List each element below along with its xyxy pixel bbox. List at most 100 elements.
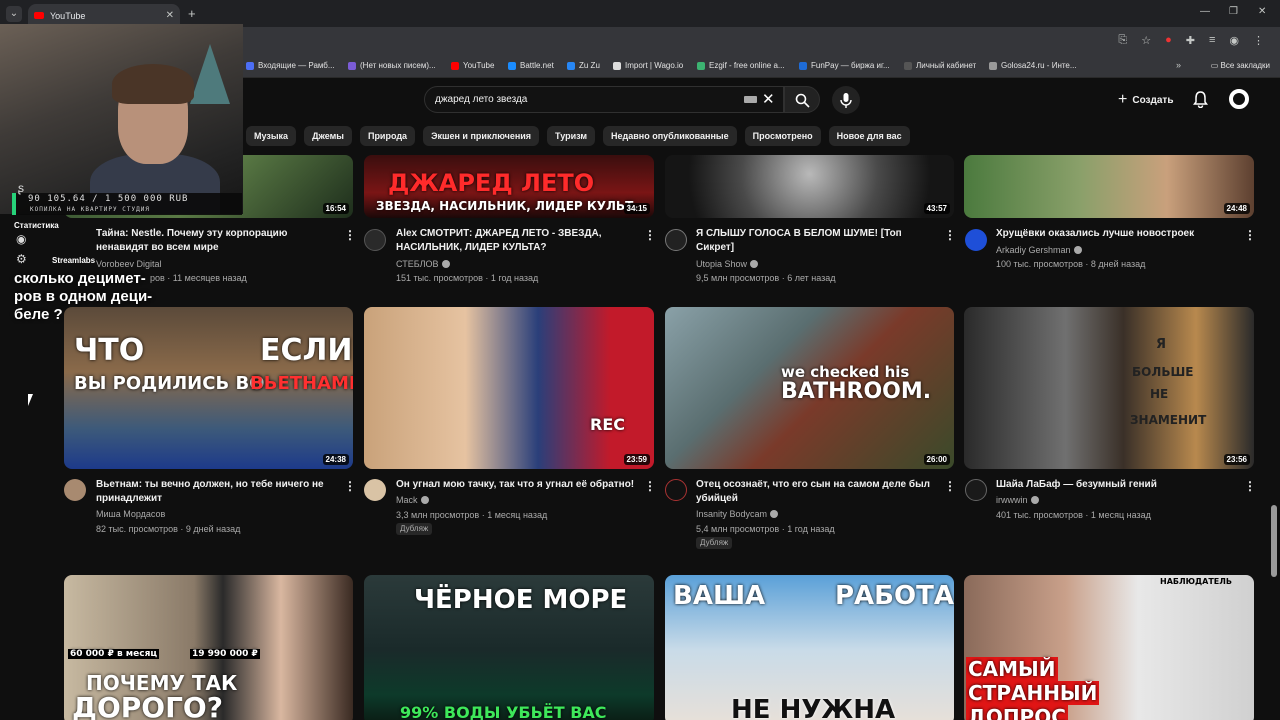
more-options-icon[interactable]: ⋮: [344, 228, 356, 242]
chip-watched[interactable]: Просмотрено: [744, 126, 821, 146]
bookmark-favicon-icon: [989, 61, 997, 70]
video-thumbnail[interactable]: 60 000 ₽ в месяц 19 990 000 ₽ ПОЧЕМУ ТАК…: [64, 575, 353, 720]
browser-menu-icon[interactable]: ⋮: [1253, 34, 1264, 47]
clear-search-icon[interactable]: ✕: [762, 90, 775, 108]
notifications-bell-icon[interactable]: [1192, 90, 1209, 108]
extensions-puzzle-icon[interactable]: ✚: [1186, 34, 1195, 47]
more-options-icon[interactable]: ⋮: [344, 479, 356, 493]
thumb-overlay-text: ВЬЕТНАМЕ: [250, 373, 353, 394]
video-thumbnail[interactable]: 24:48: [964, 155, 1254, 218]
search-input[interactable]: джаред лето звезда: [424, 86, 784, 113]
video-stats: 9,5 млн просмотров · 6 лет назад: [696, 273, 836, 283]
chip-jams[interactable]: Джемы: [304, 126, 352, 146]
more-options-icon[interactable]: ⋮: [944, 479, 956, 493]
keyboard-icon[interactable]: [744, 96, 757, 103]
video-title[interactable]: Я СЛЫШУ ГОЛОСА В БЕЛОМ ШУМЕ! [Топ Сикрет…: [696, 227, 936, 255]
channel-name[interactable]: СТЕБЛОВ: [396, 257, 450, 271]
channel-name[interactable]: Insanity Bodycam: [696, 507, 779, 521]
video-title[interactable]: Шайа ЛаБаф — безумный гений: [996, 478, 1236, 492]
donation-goal-caption: КОПИЛКА НА КВАРТИРУ СТУДИЯ: [30, 206, 150, 213]
channel-avatar[interactable]: [64, 479, 86, 501]
video-title[interactable]: Отец осознаёт, что его сын на самом деле…: [696, 478, 940, 506]
thumb-overlay-text: ЗВЕЗДА, НАСИЛЬНИК, ЛИДЕР КУЛЬТ...: [376, 199, 647, 213]
account-avatar[interactable]: [1229, 89, 1249, 109]
bookmark-item[interactable]: Golosa24.ru - Инте...: [989, 61, 1077, 70]
voice-search-button[interactable]: [832, 86, 860, 114]
more-options-icon[interactable]: ⋮: [1244, 479, 1256, 493]
restore-icon[interactable]: ❐: [1229, 6, 1238, 17]
bookmark-item[interactable]: Личный кабинет: [904, 61, 976, 70]
video-thumbnail[interactable]: 43:57: [665, 155, 954, 218]
channel-name-label: Arkadiy Gershman: [996, 245, 1071, 255]
video-thumbnail[interactable]: НАБЛЮДАТЕЛЬ САМЫЙ СТРАННЫЙ ДОПРОС: [964, 575, 1254, 720]
tab-close-icon[interactable]: ✕: [166, 10, 174, 21]
video-thumbnail[interactable]: REC 23:59: [364, 307, 654, 469]
bookmark-item[interactable]: (Нет новых писем)...: [348, 61, 436, 70]
bookmark-item[interactable]: Battle.net: [508, 61, 554, 70]
video-title[interactable]: Тайна: Nestle. Почему эту корпорацию нен…: [96, 227, 342, 255]
video-thumbnail[interactable]: Я БОЛЬШЕ НЕ ЗНАМЕНИТ 23:56: [964, 307, 1254, 469]
tab-search-icon[interactable]: ≡: [1209, 34, 1215, 47]
bookmark-star-icon[interactable]: ☆: [1141, 34, 1151, 47]
video-thumbnail[interactable]: ДЖАРЕД ЛЕТО ЗВЕЗДА, НАСИЛЬНИК, ЛИДЕР КУЛ…: [364, 155, 654, 218]
channel-name[interactable]: irwwwin: [996, 493, 1039, 507]
channel-name[interactable]: Utopia Show: [696, 257, 759, 271]
bookmark-favicon-icon: [697, 61, 705, 70]
thumb-overlay-text: НАБЛЮДАТЕЛЬ: [1160, 577, 1232, 586]
chip-nature[interactable]: Природа: [359, 126, 416, 146]
more-options-icon[interactable]: ⋮: [644, 228, 656, 242]
channel-avatar[interactable]: [965, 479, 987, 501]
more-bookmarks-icon[interactable]: »: [1176, 60, 1181, 70]
bookmark-item[interactable]: YouTube: [451, 61, 494, 70]
video-title[interactable]: Вьетнам: ты вечно должен, но тебе ничего…: [96, 478, 336, 506]
profile-icon[interactable]: ◉: [1229, 34, 1239, 47]
install-app-icon[interactable]: ⎘: [1118, 34, 1127, 47]
bookmark-item[interactable]: Входящие — Рамб...: [246, 61, 335, 70]
channel-name[interactable]: Arkadiy Gershman: [996, 243, 1082, 257]
channel-avatar[interactable]: [665, 229, 687, 251]
video-title[interactable]: Хрущёвки оказались лучше новостроек: [996, 227, 1236, 241]
chip-new-to-you[interactable]: Новое для вас: [828, 126, 910, 146]
page-scrollbar[interactable]: [1271, 505, 1277, 577]
channel-avatar[interactable]: [364, 479, 386, 501]
viewer-question-text: сколько децимет- ров в одном деци- беле …: [14, 270, 153, 323]
channel-avatar[interactable]: [965, 229, 987, 251]
channel-avatar[interactable]: [364, 229, 386, 251]
bookmark-item[interactable]: Zu Zu: [567, 61, 600, 70]
video-thumbnail[interactable]: ЧЁРНОЕ МОРЕ 99% ВОДЫ УБЬЁТ ВАС: [364, 575, 654, 720]
chip-action-adventure[interactable]: Экшен и приключения: [423, 126, 540, 146]
chip-music[interactable]: Музыка: [246, 126, 297, 146]
create-button[interactable]: + Создать: [1112, 89, 1179, 111]
more-options-icon[interactable]: ⋮: [944, 228, 956, 242]
search-button[interactable]: [784, 86, 820, 113]
window-close-icon[interactable]: ✕: [1258, 6, 1266, 17]
video-title[interactable]: Alex СМОТРИТ: ДЖАРЕД ЛЕТО - ЗВЕЗДА, НАСИ…: [396, 227, 636, 255]
channel-name[interactable]: Vorobeev Digital: [96, 257, 162, 271]
new-tab-button[interactable]: +: [188, 6, 196, 21]
video-thumbnail[interactable]: we checked his BATHROOM. 26:00: [665, 307, 954, 469]
chip-recently-uploaded[interactable]: Недавно опубликованные: [603, 126, 737, 146]
mouse-cursor-icon: [28, 394, 33, 406]
channel-name[interactable]: Mack: [396, 493, 429, 507]
video-thumbnail[interactable]: ВАША РАБОТА НЕ НУЖНА: [665, 575, 954, 720]
thumb-overlay-text: ДЖАРЕД ЛЕТО: [388, 169, 595, 197]
chip-tourism[interactable]: Туризм: [547, 126, 596, 146]
channel-name[interactable]: Миша Мордасов: [96, 507, 165, 521]
video-title[interactable]: Он угнал мою тачку, так что я угнал её о…: [396, 478, 644, 492]
bookmark-label: Личный кабинет: [916, 61, 977, 70]
minimize-icon[interactable]: —: [1200, 6, 1210, 17]
channel-avatar[interactable]: [665, 479, 687, 501]
extension-red-icon[interactable]: ●: [1165, 34, 1172, 47]
bookmark-item[interactable]: Ezgif - free online a...: [697, 61, 785, 70]
channel-name-label: Insanity Bodycam: [696, 509, 768, 519]
thumb-overlay-text: САМЫЙ: [966, 657, 1058, 681]
more-options-icon[interactable]: ⋮: [1244, 228, 1256, 242]
bookmark-label: YouTube: [463, 61, 495, 70]
all-bookmarks-button[interactable]: ▭ Все закладки: [1211, 61, 1270, 70]
more-options-icon[interactable]: ⋮: [644, 479, 656, 493]
thumb-overlay-text: ВЫ РОДИЛИСЬ ВО: [74, 373, 265, 394]
bookmark-item[interactable]: Import | Wago.io: [613, 61, 683, 70]
bookmark-item[interactable]: FunPay — биржа иг...: [799, 61, 890, 70]
video-thumbnail[interactable]: ЧТО ЕСЛИ ВЫ РОДИЛИСЬ ВО ВЬЕТНАМЕ 24:38: [64, 307, 353, 469]
tab-search-chevron-icon[interactable]: ⌄: [6, 6, 22, 22]
